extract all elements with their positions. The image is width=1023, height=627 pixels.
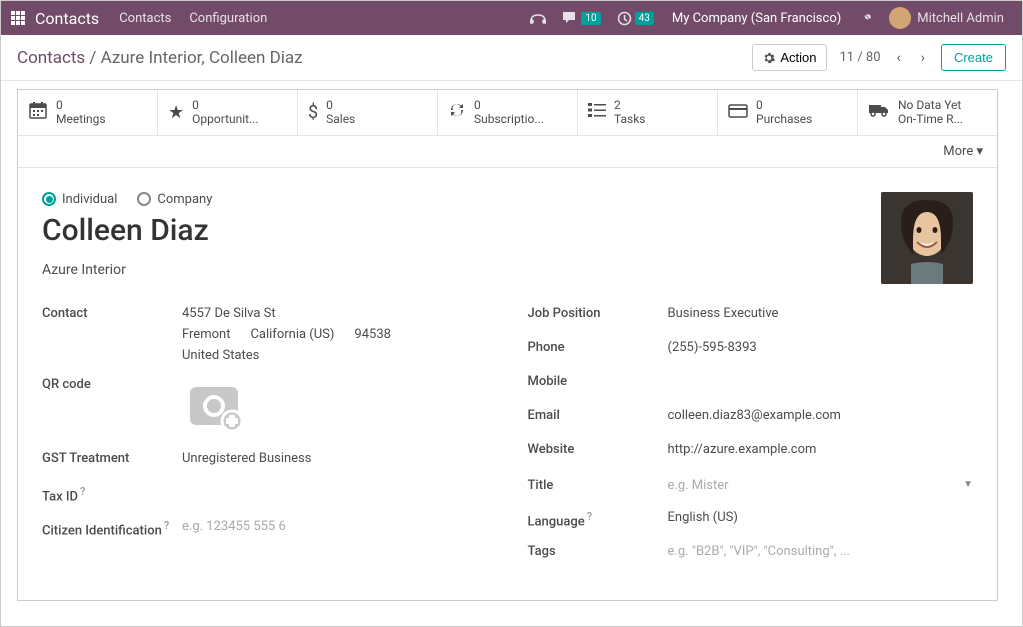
state-value: California (US)	[250, 327, 334, 342]
breadcrumb-root[interactable]: Contacts	[17, 48, 85, 68]
stat-meetings[interactable]: 0Meetings	[18, 90, 158, 135]
help-icon[interactable]: ?	[80, 485, 85, 498]
breadcrumb-current: Azure Interior, Colleen Diaz	[101, 48, 303, 68]
contact-type-radio: Individual Company	[42, 192, 973, 207]
label-citizen: Citizen Identification?	[42, 517, 182, 538]
help-icon[interactable]: ?	[164, 519, 169, 532]
stat-subscriptions[interactable]: 0Subscriptio...	[438, 90, 578, 135]
tax-id-field[interactable]	[182, 483, 488, 485]
pager-prev-icon[interactable]: ‹	[893, 48, 905, 68]
label-phone: Phone	[528, 338, 668, 355]
radio-checked-icon	[42, 192, 56, 206]
user-menu[interactable]: Mitchell Admin	[889, 7, 1004, 29]
label-gst: GST Treatment	[42, 449, 182, 466]
star-icon: ★	[168, 102, 184, 123]
zip-value: 94538	[354, 327, 391, 342]
gear-icon	[763, 52, 775, 64]
control-panel: Contacts / Azure Interior, Colleen Diaz …	[1, 35, 1022, 81]
activities-icon[interactable]: 43	[617, 11, 654, 26]
street-value: 4557 De Silva St	[182, 306, 488, 321]
city-value: Fremont	[182, 327, 230, 342]
breadcrumb: Contacts / Azure Interior, Colleen Diaz	[17, 48, 303, 68]
website-field[interactable]: http://azure.example.com	[668, 440, 974, 457]
qr-image-placeholder[interactable]	[182, 381, 252, 437]
help-icon[interactable]: ?	[587, 510, 592, 523]
tags-field[interactable]: e.g. "B2B", "VIP", "Consulting", ...	[668, 542, 974, 559]
company-name-field[interactable]: Azure Interior	[42, 262, 973, 278]
messages-icon[interactable]: 10	[562, 11, 600, 25]
citizen-id-field[interactable]: e.g. 123455 555 6	[182, 517, 488, 534]
radio-individual[interactable]: Individual	[42, 192, 117, 207]
pager: 11 / 80 ‹ ›	[839, 48, 928, 68]
label-website: Website	[528, 440, 668, 457]
mobile-field[interactable]	[668, 372, 974, 374]
label-contact: Contact	[42, 304, 182, 321]
app-brand: Contacts	[35, 9, 99, 28]
radio-unchecked-icon	[137, 192, 151, 206]
user-name: Mitchell Admin	[917, 11, 1004, 26]
label-mobile: Mobile	[528, 372, 668, 389]
email-field[interactable]: colleen.diaz83@example.com	[668, 406, 974, 423]
job-position-field[interactable]: Business Executive	[668, 304, 974, 321]
caret-down-icon: ▾	[976, 144, 983, 159]
stat-ontime[interactable]: No Data YetOn-Time R...	[858, 90, 997, 135]
company-switcher[interactable]: My Company (San Francisco)	[672, 11, 841, 26]
tasks-icon	[588, 102, 606, 123]
stat-purchases[interactable]: 0Purchases	[718, 90, 858, 135]
country-value: United States	[182, 348, 488, 363]
label-tax: Tax ID?	[42, 483, 182, 504]
nav-configuration[interactable]: Configuration	[189, 11, 267, 26]
messages-badge: 10	[581, 12, 600, 25]
label-qr: QR code	[42, 375, 182, 392]
gst-value[interactable]: Unregistered Business	[182, 449, 488, 466]
more-button[interactable]: More ▾	[943, 144, 983, 159]
language-field[interactable]: English (US)	[668, 508, 974, 525]
top-navbar: Contacts Contacts Configuration 10 43 My…	[1, 1, 1022, 35]
label-tags: Tags	[528, 542, 668, 559]
pager-count[interactable]: 11 / 80	[839, 50, 880, 65]
dollar-icon: $	[308, 102, 318, 123]
contact-name[interactable]: Colleen Diaz	[42, 213, 973, 248]
debug-icon[interactable]	[859, 10, 875, 26]
pager-next-icon[interactable]: ›	[917, 48, 929, 68]
dropdown-caret-icon[interactable]: ▼	[963, 479, 973, 490]
radio-company[interactable]: Company	[137, 192, 212, 207]
create-button[interactable]: Create	[941, 44, 1006, 71]
stat-tasks[interactable]: 2Tasks	[578, 90, 718, 135]
address-field[interactable]: 4557 De Silva St Fremont California (US)…	[182, 304, 488, 363]
phone-field[interactable]: (255)-595-8393	[668, 338, 974, 355]
user-avatar-icon	[889, 7, 911, 29]
action-button[interactable]: Action	[752, 44, 827, 71]
stat-buttons-row: 0Meetings ★ 0Opportunit... $ 0Sales 0Sub…	[18, 90, 997, 136]
voip-icon[interactable]	[530, 11, 546, 25]
label-language: Language?	[528, 508, 668, 529]
refresh-icon	[448, 101, 466, 124]
contact-photo[interactable]	[881, 192, 973, 284]
form-sheet: 0Meetings ★ 0Opportunit... $ 0Sales 0Sub…	[17, 89, 998, 601]
apps-icon[interactable]	[11, 11, 25, 25]
truck-icon	[868, 102, 890, 123]
nav-contacts[interactable]: Contacts	[119, 11, 171, 26]
activities-badge: 43	[635, 12, 654, 25]
title-field[interactable]: e.g. Mister	[668, 476, 964, 493]
label-title: Title	[528, 476, 668, 493]
label-email: Email	[528, 406, 668, 423]
calendar-icon	[28, 100, 48, 125]
label-job: Job Position	[528, 304, 668, 321]
credit-card-icon	[728, 102, 748, 123]
stat-opportunities[interactable]: ★ 0Opportunit...	[158, 90, 298, 135]
stat-sales[interactable]: $ 0Sales	[298, 90, 438, 135]
